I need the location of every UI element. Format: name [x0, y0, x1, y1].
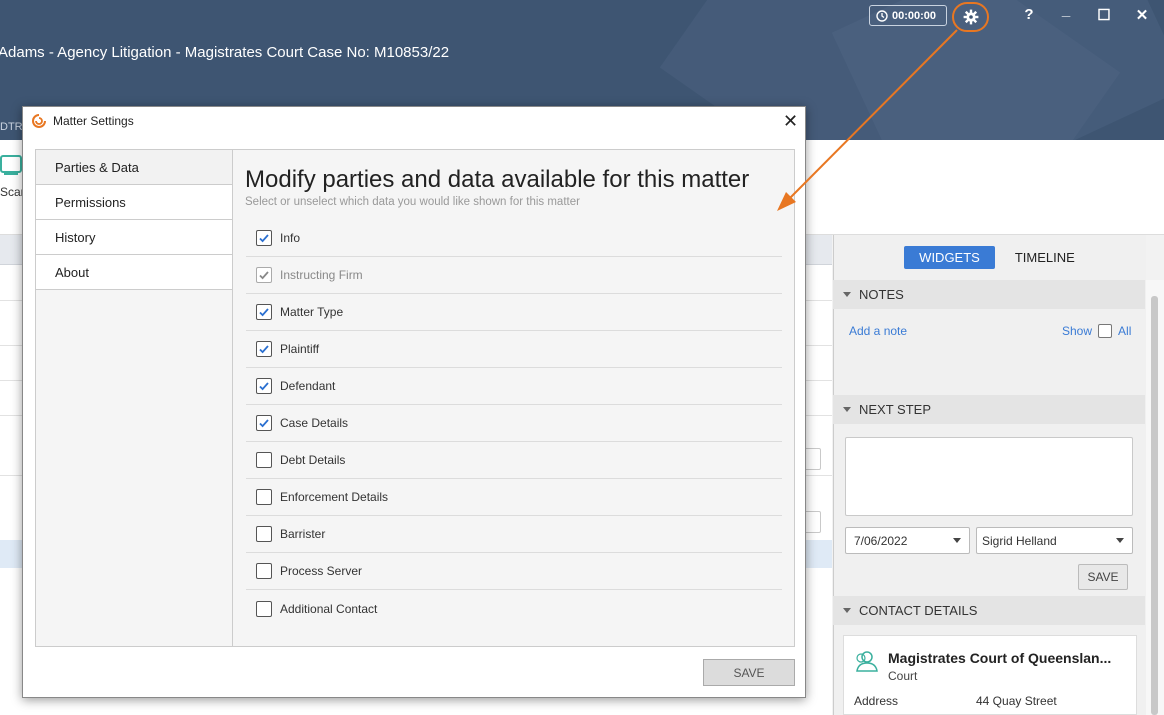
checkbox — [256, 267, 272, 283]
close-window-button[interactable]: ✕ — [1131, 6, 1153, 24]
dialog-titlebar: Matter Settings — [31, 113, 134, 129]
matter-title: Adams - Agency Litigation - Magistrates … — [0, 44, 450, 61]
show-label: Show — [1062, 324, 1093, 338]
checklist-item: Debt Details — [246, 442, 782, 479]
settings-button[interactable] — [952, 2, 989, 32]
checkbox-label: Instructing Firm — [280, 268, 363, 282]
add-note-link[interactable]: Add a note — [849, 324, 907, 338]
notes-heading: NOTES — [859, 287, 904, 302]
data-checklist: Info Instructing Firm Matter Type Plaintiff… — [246, 220, 782, 627]
clock-icon — [876, 9, 888, 22]
checkmark-icon — [259, 271, 269, 280]
checklist-item: Process Server — [246, 553, 782, 590]
checklist-item: Info — [246, 220, 782, 257]
collapse-icon — [843, 407, 851, 412]
checkbox-label: Defendant — [280, 379, 336, 393]
checkbox[interactable] — [256, 600, 272, 617]
checkbox[interactable] — [256, 489, 272, 505]
checklist-item: Matter Type — [246, 294, 782, 331]
checklist-item: Defendant — [246, 368, 782, 405]
nav-history[interactable]: History — [36, 220, 232, 255]
app-logo-icon — [32, 114, 46, 128]
checklist-item: Plaintiff — [246, 331, 782, 368]
show-all-checkbox[interactable] — [1098, 324, 1113, 338]
next-step-section-header[interactable]: NEXT STEP — [833, 395, 1145, 424]
collapse-icon — [843, 292, 851, 297]
maximize-button[interactable]: ☐ — [1093, 6, 1115, 24]
checkbox-label: Additional Contact — [280, 601, 378, 616]
next-step-textarea[interactable] — [845, 437, 1133, 516]
settings-nav: Parties & Data Permissions History About — [36, 150, 233, 646]
contact-details-heading: CONTACT DETAILS — [859, 603, 978, 618]
checkmark-icon — [259, 234, 269, 243]
page-title: Modify parties and data available for th… — [245, 166, 750, 193]
next-step-heading: NEXT STEP — [859, 402, 932, 417]
checkbox[interactable] — [256, 563, 272, 579]
dialog-body: Parties & Data Permissions History About… — [35, 149, 795, 647]
dialog-close-button[interactable]: ✕ — [783, 111, 798, 132]
tab-timeline[interactable]: TIMELINE — [1015, 250, 1075, 265]
panel-tabs: WIDGETS TIMELINE — [833, 235, 1146, 280]
checkmark-icon — [259, 345, 269, 354]
checkbox-label: Debt Details — [280, 453, 346, 467]
next-step-date-picker[interactable]: 7/06/2022 — [845, 527, 970, 554]
checklist-item: Enforcement Details — [246, 479, 782, 516]
nav-about[interactable]: About — [36, 255, 232, 290]
collapse-icon — [843, 608, 851, 613]
checkmark-icon — [259, 382, 269, 391]
checkbox-label: Info — [280, 231, 301, 245]
chevron-down-icon — [1116, 538, 1124, 543]
checkbox[interactable] — [256, 378, 272, 394]
assignee-dropdown[interactable]: Sigrid Helland — [976, 527, 1133, 554]
checkbox-label: Enforcement Details — [280, 490, 389, 504]
chevron-down-icon — [953, 538, 961, 543]
checklist-item: Case Details — [246, 405, 782, 442]
timer-button[interactable]: 00:00:00 — [869, 5, 947, 26]
minimize-button[interactable]: _ — [1055, 2, 1077, 19]
checklist-item: Additional Contact — [246, 590, 782, 627]
tab-widgets[interactable]: WIDGETS — [904, 246, 995, 269]
checkbox[interactable] — [256, 304, 272, 320]
nav-permissions[interactable]: Permissions — [36, 185, 232, 220]
checkbox[interactable] — [256, 415, 272, 431]
checkbox-label: Case Details — [280, 416, 349, 430]
matter-settings-dialog: Matter Settings ✕ Parties & Data Permiss… — [22, 106, 806, 698]
notes-section-header[interactable]: NOTES — [833, 280, 1145, 309]
gear-icon — [963, 9, 978, 25]
address-value: 44 Quay Street — [976, 694, 1057, 708]
scrollbar-thumb[interactable] — [1151, 296, 1158, 715]
help-button[interactable]: ? — [1018, 6, 1040, 23]
date-value: 7/06/2022 — [854, 533, 908, 548]
checkbox[interactable] — [256, 452, 272, 468]
checklist-item: Barrister — [246, 516, 782, 553]
contact-name: Magistrates Court of Queenslan... — [888, 650, 1112, 666]
page-subtitle: Select or unselect which data you would … — [245, 196, 580, 208]
checkbox[interactable] — [256, 526, 272, 542]
checkbox-label: Process Server — [280, 564, 363, 578]
assignee-value: Sigrid Helland — [982, 533, 1057, 548]
contact-person-icon — [856, 651, 878, 672]
checklist-item: Instructing Firm — [246, 257, 782, 294]
all-label: All — [1118, 324, 1132, 338]
show-all-toggle: Show All — [1062, 324, 1131, 338]
contact-type: Court — [888, 669, 918, 683]
timer-value: 00:00:00 — [892, 9, 937, 22]
dialog-save-button[interactable]: SAVE — [703, 659, 795, 686]
checkmark-icon — [259, 419, 269, 428]
checkbox-label: Matter Type — [280, 305, 344, 319]
checkbox-label: Plaintiff — [280, 342, 320, 356]
scanner-icon — [0, 155, 22, 175]
checkbox-label: Barrister — [280, 527, 326, 541]
checkbox[interactable] — [256, 341, 272, 357]
checkmark-icon — [259, 308, 269, 317]
checkbox[interactable] — [256, 230, 272, 246]
nav-parties-data[interactable]: Parties & Data — [36, 150, 232, 185]
contact-details-section-header[interactable]: CONTACT DETAILS — [833, 596, 1145, 625]
next-step-save-button[interactable]: SAVE — [1078, 564, 1128, 590]
address-label: Address — [854, 694, 899, 708]
contact-card[interactable]: Magistrates Court of Queenslan... Court … — [843, 635, 1137, 715]
dialog-title: Matter Settings — [53, 114, 134, 128]
